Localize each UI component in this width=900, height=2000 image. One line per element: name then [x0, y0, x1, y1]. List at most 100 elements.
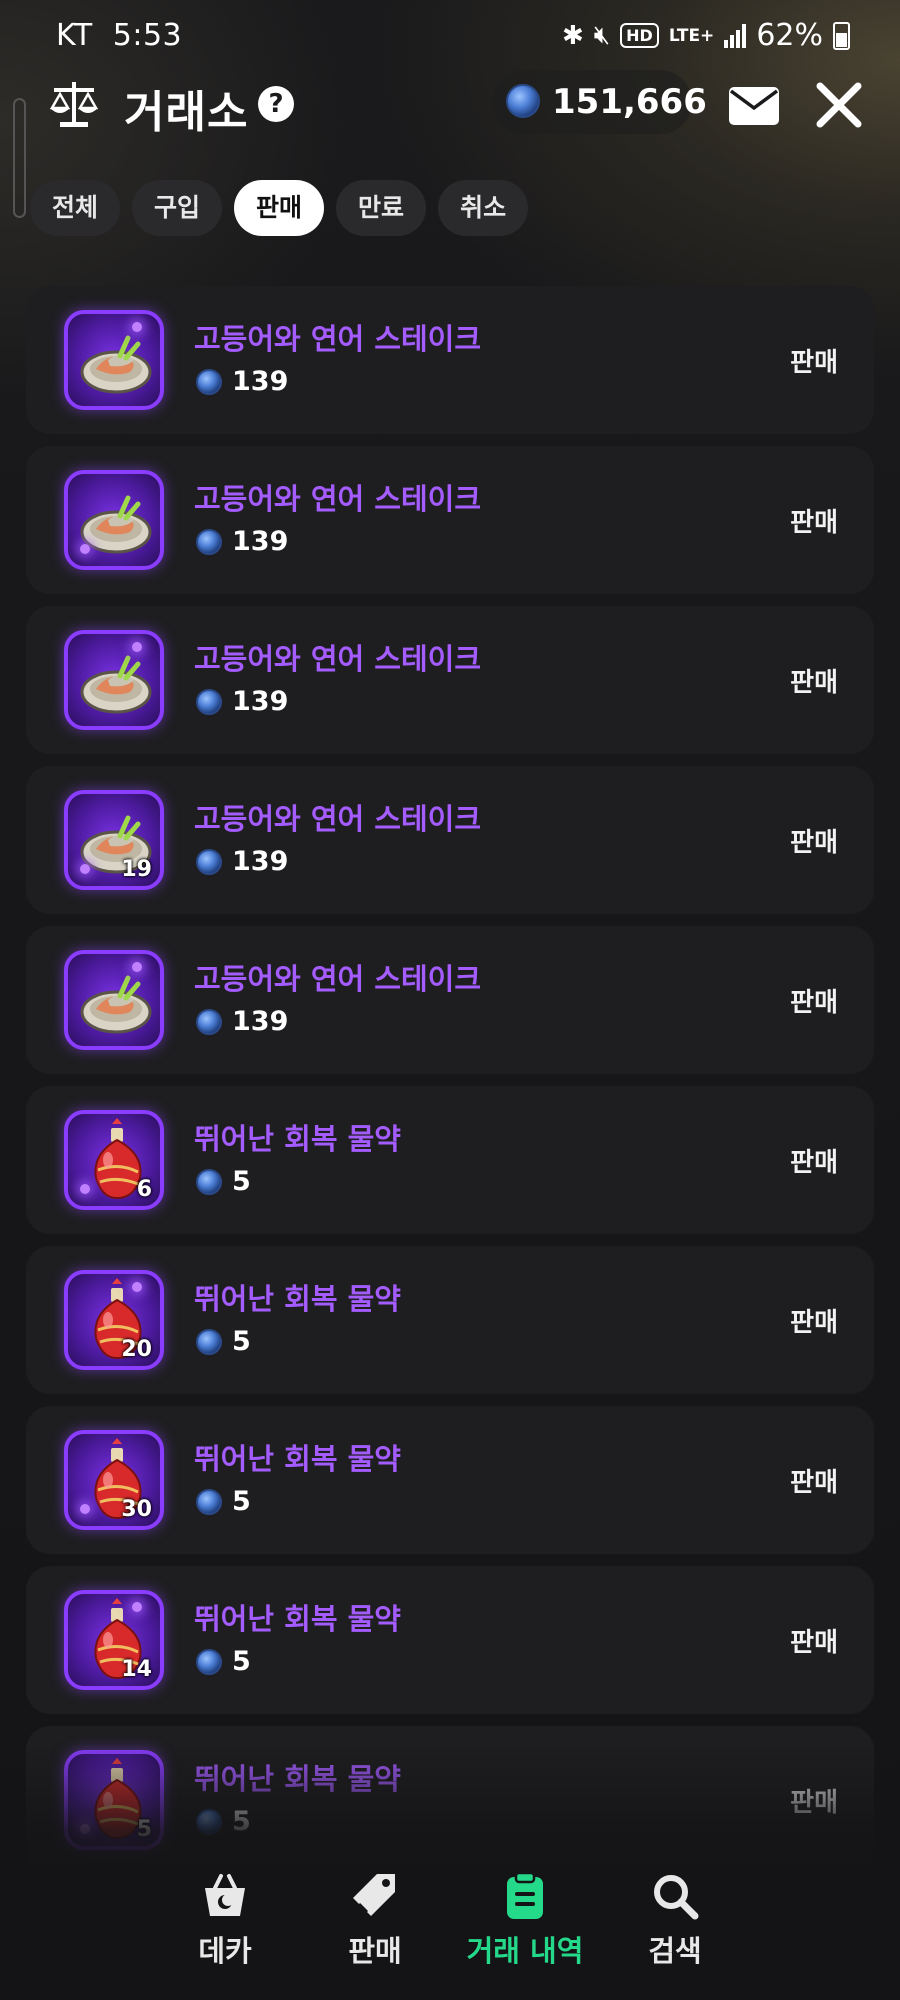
red-potion-icon: 6	[64, 1110, 164, 1210]
listing-row[interactable]: 고등어와 연어 스테이크 139 판매	[26, 286, 874, 434]
item-price: 139	[196, 366, 288, 397]
nav-search[interactable]: 검색	[605, 1870, 745, 1970]
item-name: 뛰어난 회복 물약	[194, 1442, 401, 1476]
item-price: 5	[196, 1646, 251, 1677]
clock: 5:53	[112, 18, 183, 53]
sparkle-icon	[80, 864, 90, 874]
item-quantity: 20	[121, 1337, 152, 1362]
mute-icon: 🔇︎	[593, 20, 611, 50]
scale-icon	[49, 82, 99, 127]
clipboard-icon	[507, 1871, 543, 1919]
filter-tabs: 전체 구입 판매 만료 취소	[30, 180, 529, 236]
sparkle-icon	[132, 322, 142, 332]
sparkle-icon	[132, 962, 142, 972]
coin-icon	[196, 688, 222, 715]
coin-icon	[196, 528, 222, 555]
listing-row[interactable]: 고등어와 연어 스테이크 139 판매	[26, 926, 874, 1074]
listing-row[interactable]: 고등어와 연어 스테이크 139 판매	[26, 606, 874, 754]
transaction-status: 판매	[790, 1468, 838, 1498]
item-price: 139	[196, 846, 288, 877]
listing-row[interactable]: 19 고등어와 연어 스테이크 139 판매	[26, 766, 874, 914]
item-name: 고등어와 연어 스테이크	[194, 962, 481, 996]
coin-icon	[196, 1648, 222, 1675]
item-quantity: 30	[121, 1497, 152, 1522]
coin-icon	[196, 1008, 222, 1035]
hd-voice-icon: HD	[620, 23, 659, 48]
carrier-label: KT	[56, 18, 93, 53]
price-value: 5	[232, 1326, 251, 1357]
red-potion-icon: 20	[64, 1270, 164, 1370]
item-price: 139	[196, 1006, 288, 1037]
status-bar: KT 5:53 ✱ 🔇︎ HD LTE+ 62%	[0, 0, 900, 70]
item-price: 5	[196, 1326, 251, 1357]
coin-icon	[196, 848, 222, 875]
nav-deka[interactable]: 데카	[155, 1870, 295, 1970]
transaction-status: 판매	[790, 828, 838, 858]
transaction-status: 판매	[790, 1628, 838, 1658]
nav-sell[interactable]: 판매	[305, 1870, 445, 1970]
price-value: 5	[232, 1486, 251, 1517]
item-name: 뛰어난 회복 물약	[194, 1282, 401, 1316]
help-icon[interactable]: ?	[258, 86, 294, 122]
coin-icon	[506, 84, 540, 118]
nav-label: 데카	[198, 1934, 252, 1968]
red-potion-icon: 30	[64, 1430, 164, 1530]
sparkle-icon	[132, 1602, 142, 1612]
tab-sell[interactable]: 판매	[234, 180, 325, 236]
transaction-status: 판매	[790, 1148, 838, 1178]
tab-all[interactable]: 전체	[30, 180, 121, 236]
lte-indicator: LTE+	[668, 25, 715, 46]
balance-amount: 151,666	[552, 82, 707, 122]
price-value: 139	[232, 366, 289, 397]
price-value: 139	[232, 686, 289, 717]
sparkle-icon	[80, 1504, 90, 1514]
price-value: 139	[232, 846, 289, 877]
transaction-status: 판매	[790, 508, 838, 538]
price-value: 5	[232, 1646, 251, 1677]
transaction-status: 판매	[790, 348, 838, 378]
page-title: 거래소	[124, 87, 249, 138]
sparkle-icon	[80, 544, 90, 554]
tab-cancelled[interactable]: 취소	[438, 180, 529, 236]
listing-row[interactable]: 30 뛰어난 회복 물약 5 판매	[26, 1406, 874, 1554]
steak-plate-icon: 19	[64, 790, 164, 890]
item-name: 고등어와 연어 스테이크	[194, 802, 481, 836]
bottom-nav: 데카 판매 거래 내역 검색	[0, 1870, 900, 2000]
item-name: 뛰어난 회복 물약	[194, 1602, 401, 1636]
search-icon	[654, 1875, 699, 1920]
sparkle-icon	[132, 642, 142, 652]
status-right: ✱ 🔇︎ HD LTE+ 62%	[562, 18, 850, 53]
listing-row[interactable]: 20 뛰어난 회복 물약 5 판매	[26, 1246, 874, 1394]
transaction-status: 판매	[790, 1308, 838, 1338]
item-price: 5	[196, 1486, 251, 1517]
coin-icon	[196, 1488, 222, 1515]
listing-row[interactable]: 14 뛰어난 회복 물약 5 판매	[26, 1566, 874, 1714]
sparkle-icon	[132, 1282, 142, 1292]
price-value: 139	[232, 1006, 289, 1037]
nav-history[interactable]: 거래 내역	[455, 1870, 595, 1970]
tab-purchase[interactable]: 구입	[132, 180, 223, 236]
item-quantity: 19	[121, 857, 152, 882]
price-value: 5	[232, 1166, 251, 1197]
steak-plate-icon	[64, 630, 164, 730]
transaction-list: 고등어와 연어 스테이크 139 판매 고등어와 연어 스테이크 139 판매 고등어와 연…	[26, 286, 874, 1886]
item-price: 139	[196, 526, 288, 557]
item-name: 고등어와 연어 스테이크	[194, 482, 481, 516]
mail-icon[interactable]	[728, 86, 780, 126]
transaction-status: 판매	[790, 988, 838, 1018]
item-price: 5	[196, 1166, 251, 1197]
battery-percent: 62%	[756, 18, 823, 53]
tab-expired[interactable]: 만료	[336, 180, 427, 236]
listing-row[interactable]: 6 뛰어난 회복 물약 5 판매	[26, 1086, 874, 1234]
tag-icon	[353, 1874, 395, 1916]
red-potion-icon: 14	[64, 1590, 164, 1690]
close-icon[interactable]	[814, 80, 864, 130]
header: 거래소 ? 151,666	[0, 70, 900, 170]
bluetooth-icon: ✱	[561, 20, 584, 51]
steak-plate-icon	[64, 950, 164, 1050]
item-name: 고등어와 연어 스테이크	[194, 322, 481, 356]
coin-icon	[196, 1168, 222, 1195]
listing-row[interactable]: 고등어와 연어 스테이크 139 판매	[26, 446, 874, 594]
battery-icon	[833, 21, 850, 50]
sparkle-icon	[80, 1184, 90, 1194]
